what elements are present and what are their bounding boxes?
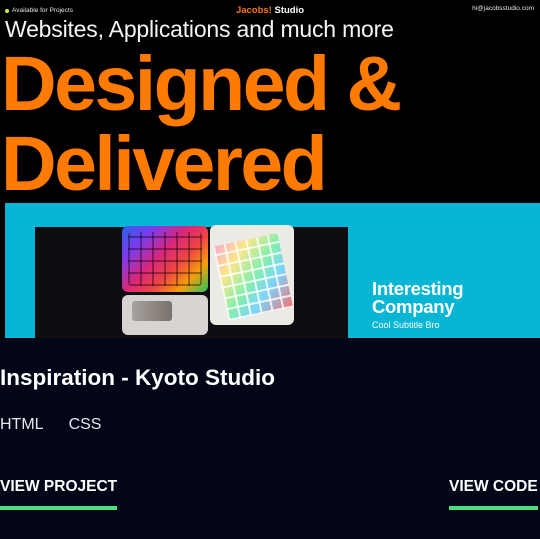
studio-logo: Jacobs! Studio (0, 5, 540, 16)
tagline: Websites, Applications and much more (5, 16, 394, 42)
tag-css: CSS (68, 416, 102, 433)
project-title: Inspiration - Kyoto Studio (0, 365, 275, 390)
project-preview-image[interactable]: Available for Projects Jacobs! Studio hi… (0, 0, 540, 338)
view-code-button[interactable]: VIEW CODE (449, 478, 538, 510)
logo-part-1: Jacobs! (235, 5, 272, 16)
showcase-company-title: Interesting Company (372, 279, 464, 317)
contact-email: hi@jacobsstudio.com (472, 5, 534, 12)
small-keyboard-thumbnail (122, 295, 208, 335)
tech-tags: HTML CSS (0, 416, 101, 434)
hero-heading-line-2: Delivered (1, 121, 328, 207)
showcase-subtitle: Cool Subtitle Bro (372, 320, 440, 330)
pastel-keyboard-thumbnail (210, 225, 294, 325)
tag-html: HTML (0, 416, 44, 433)
hero-heading-line-1: Designed & (1, 41, 402, 127)
showcase-banner: Interesting Company Cool Subtitle Bro (5, 203, 540, 338)
rainbow-keyboard-thumbnail (122, 226, 208, 292)
view-project-button[interactable]: VIEW PROJECT (0, 478, 118, 510)
company-line-2: Company (372, 296, 455, 317)
logo-part-2: Studio (274, 5, 305, 16)
